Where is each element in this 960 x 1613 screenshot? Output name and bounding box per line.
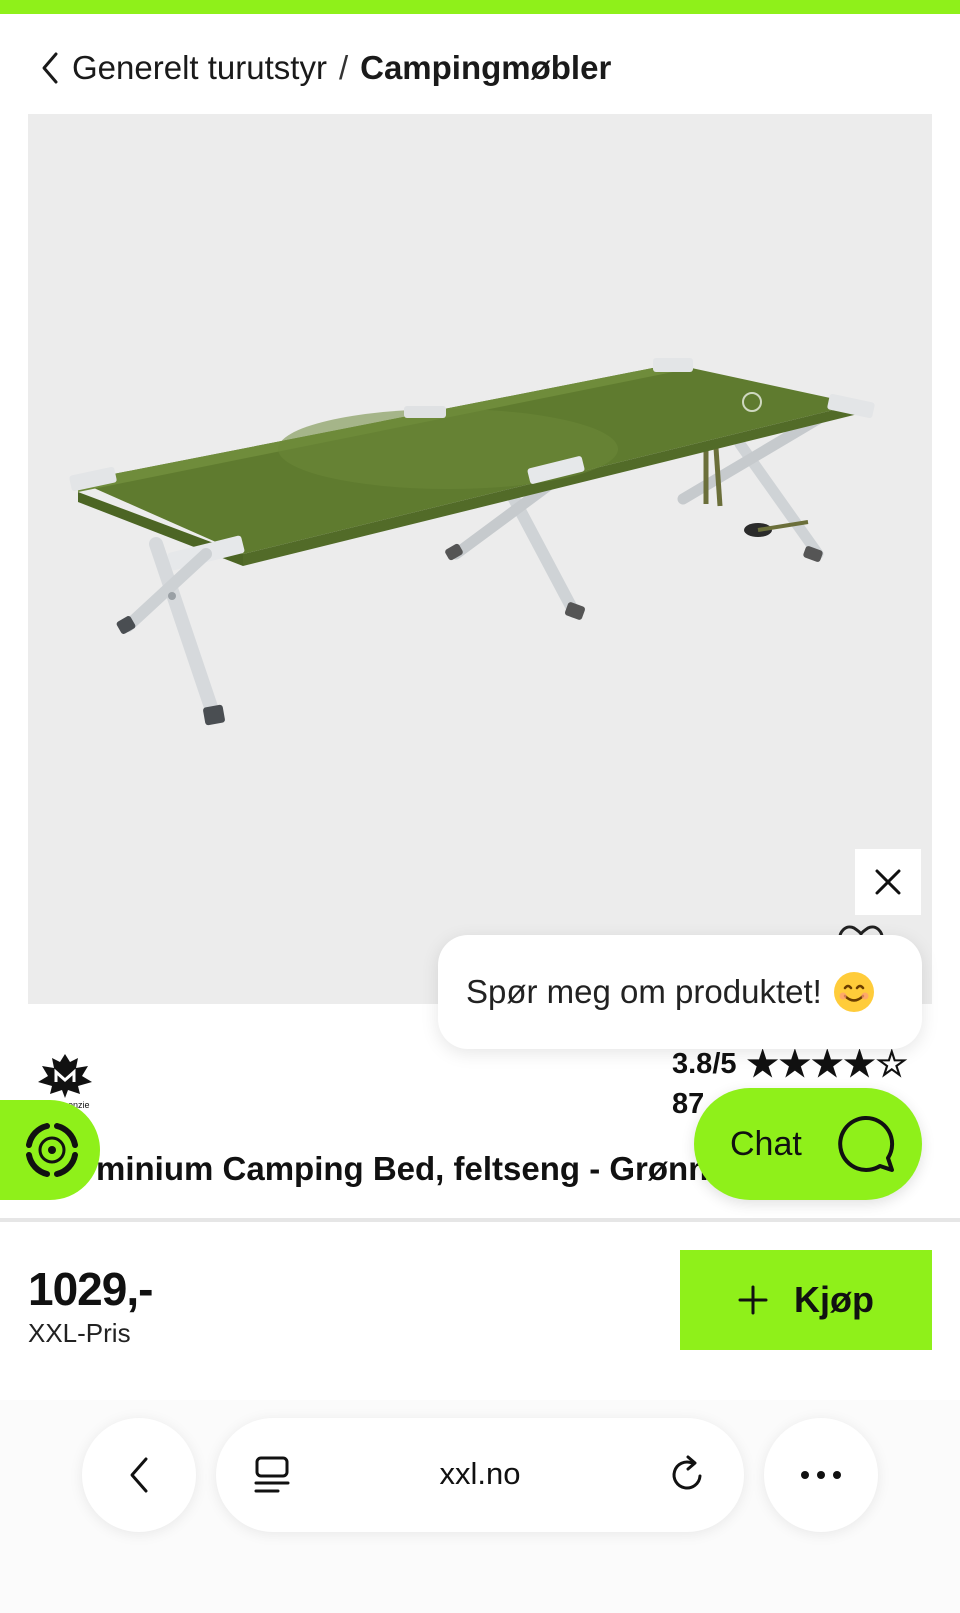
section-divider bbox=[0, 1218, 960, 1222]
price-label: XXL-Pris bbox=[28, 1318, 131, 1348]
breadcrumb-current[interactable]: Campingmøbler bbox=[360, 49, 611, 87]
chat-bubble-icon bbox=[838, 1115, 895, 1172]
review-count[interactable]: 87 bbox=[672, 1088, 704, 1121]
eco-badge[interactable] bbox=[0, 1100, 100, 1200]
breadcrumb-separator: / bbox=[338, 49, 349, 86]
address-bar[interactable]: xxl.no bbox=[216, 1418, 744, 1532]
url-text[interactable]: xxl.no bbox=[216, 1456, 744, 1492]
breadcrumb-parent-link[interactable]: Generelt turutstyr bbox=[72, 49, 327, 87]
smiling-face-emoji-icon bbox=[833, 972, 874, 1012]
browser-back-button[interactable] bbox=[82, 1418, 196, 1532]
star-icon: ★ bbox=[746, 1043, 779, 1084]
more-icon bbox=[801, 1471, 841, 1479]
recycle-icon bbox=[26, 1123, 78, 1177]
breadcrumb: Generelt turutstyr / Campingmøbler bbox=[38, 44, 611, 92]
buy-button[interactable]: Kjøp bbox=[680, 1250, 932, 1350]
chat-prompt-bubble[interactable]: Spør meg om produktet! bbox=[438, 935, 922, 1049]
plus-icon bbox=[738, 1285, 768, 1315]
chat-button[interactable]: Chat bbox=[694, 1088, 922, 1200]
product-title: minium Camping Bed, feltseng - Grønn bbox=[96, 1150, 709, 1187]
chevron-left-icon bbox=[130, 1457, 148, 1493]
star-icon: ★ bbox=[778, 1043, 812, 1084]
reload-icon[interactable] bbox=[668, 1454, 708, 1496]
chat-button-label: Chat bbox=[730, 1124, 802, 1163]
star-icon: ★ bbox=[811, 1043, 844, 1084]
product-price: 1029,- bbox=[28, 1263, 153, 1315]
product-image[interactable] bbox=[28, 114, 932, 1004]
browser-more-button[interactable] bbox=[764, 1418, 878, 1532]
star-empty-icon: ☆ bbox=[875, 1043, 908, 1084]
close-chat-popup-button[interactable] bbox=[855, 849, 921, 915]
buy-button-label: Kjøp bbox=[794, 1279, 874, 1320]
top-accent-bar bbox=[0, 0, 960, 14]
star-icon: ★ bbox=[843, 1043, 876, 1084]
chat-prompt-text: Spør meg om produktet! bbox=[466, 973, 822, 1010]
back-chevron-icon[interactable] bbox=[38, 50, 64, 86]
rating-stars: ★ ★ ★ ★ ☆ bbox=[747, 1044, 908, 1084]
close-icon bbox=[875, 869, 901, 895]
product-rating[interactable]: 3.8/5 ★ ★ ★ ★ ☆ bbox=[672, 1044, 908, 1084]
rating-text: 3.8/5 bbox=[672, 1047, 737, 1080]
camping-bed-image bbox=[69, 358, 875, 726]
